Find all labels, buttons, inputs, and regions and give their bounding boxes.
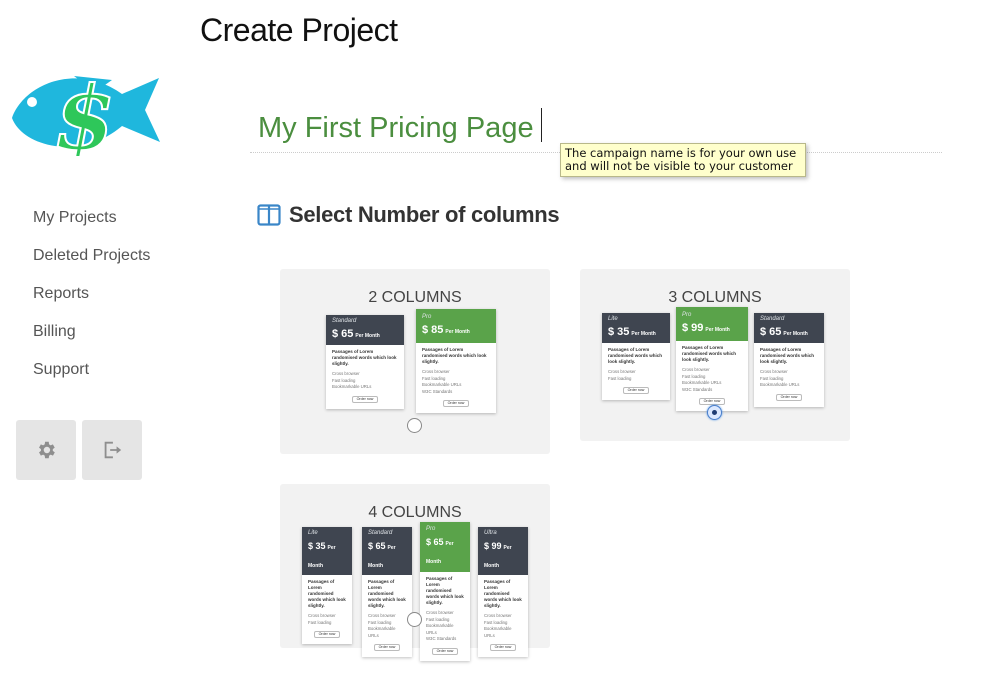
- nav-billing[interactable]: Billing: [33, 320, 150, 358]
- plan-description: Passages of Lorem randomised words which…: [332, 349, 397, 366]
- option-label: 2 COLUMNS: [368, 289, 462, 306]
- feature-item: W3C Standards: [422, 388, 453, 394]
- order-button: Order now: [374, 644, 400, 651]
- option-label: 3 COLUMNS: [668, 289, 762, 306]
- plan-price: $ 85: [422, 324, 444, 336]
- plan-name: Pro: [422, 314, 432, 320]
- per-month: Per Month: [355, 333, 380, 339]
- plan-description: Passages of Lorem randomised words which…: [308, 579, 346, 608]
- preview-card-pro: Pro $ 85 Per Month Passages of Lorem rando…: [416, 309, 496, 413]
- plan-price: $ 65: [426, 537, 444, 547]
- page-title: Create Project: [200, 12, 398, 48]
- per-month: Per Month: [783, 331, 808, 337]
- feature-item: Bookmarkable URLs: [426, 623, 454, 635]
- feature-item: Bookmarkable URLs: [760, 382, 800, 387]
- plan-price: $ 35: [608, 326, 630, 338]
- option-4-columns[interactable]: 4 COLUMNS Lite $ 35 Per Month Passages of …: [280, 484, 550, 661]
- plan-price: $ 65: [332, 328, 354, 340]
- order-button: Order now: [490, 644, 516, 651]
- order-button: Order now: [314, 631, 340, 638]
- plan-name: Pro: [426, 526, 436, 532]
- plan-name: Standard: [332, 318, 357, 324]
- order-button: Order now: [623, 387, 649, 394]
- preview-card-standard: Standard $ 65 Per Month Passages of Lorem …: [362, 527, 412, 657]
- svg-text:$: $: [54, 66, 115, 156]
- preview-card-standard: Standard $ 65 Per Month Passages of Lorem …: [326, 315, 404, 409]
- campaign-tooltip: The campaign name is for your own use an…: [560, 143, 806, 177]
- settings-button[interactable]: [16, 420, 76, 480]
- pricing-preview-3: Lite $ 35 Per Month Passages of Lorem rand…: [602, 307, 824, 411]
- plan-price: $ 35: [308, 541, 326, 551]
- pricing-preview-2: Standard $ 65 Per Month Passages of Lorem …: [326, 309, 506, 413]
- plan-price: $ 65: [368, 541, 386, 551]
- plan-description: Passages of Lorem randomised words which…: [368, 579, 406, 608]
- option-label: 4 COLUMNS: [368, 504, 462, 521]
- feature-item: W3C Standards: [682, 386, 713, 392]
- nav-my-projects[interactable]: My Projects: [33, 206, 150, 244]
- radio-2-columns[interactable]: [407, 418, 422, 433]
- feature-item: Fast loading: [308, 619, 332, 625]
- feature-item: Fast loading: [608, 375, 632, 381]
- order-button: Order now: [432, 647, 458, 655]
- sidebar-nav: My Projects Deleted Projects Reports Bil…: [33, 206, 150, 396]
- plan-name: Pro: [682, 312, 692, 318]
- plan-description: Passages of Lorem randomised words which…: [484, 579, 522, 608]
- radio-4-columns[interactable]: [407, 612, 422, 627]
- plan-description: Passages of Lorem randomised words which…: [682, 345, 737, 362]
- option-2-columns[interactable]: 2 COLUMNS Standard $ 65 Per Month Passages…: [280, 269, 550, 454]
- fish-dollar-logo: $: [12, 65, 160, 156]
- radio-3-columns[interactable]: [707, 405, 722, 420]
- preview-card-standard: Standard $ 65 Per Month Passages of Lorem …: [754, 313, 824, 407]
- logout-icon: [104, 441, 122, 459]
- preview-card-lite: Lite $ 35 Per Month Passages of Lorem rand…: [302, 527, 352, 644]
- plan-description: Passages of Lorem randomised words which…: [426, 576, 464, 605]
- plan-name: Lite: [308, 530, 318, 536]
- text-cursor: [541, 108, 542, 142]
- plan-price: $ 99: [682, 322, 704, 334]
- plan-name: Lite: [608, 316, 618, 322]
- per-month: Per Month: [631, 331, 656, 337]
- nav-support[interactable]: Support: [33, 358, 150, 396]
- plan-description: Passages of Lorem randomised words which…: [422, 347, 487, 364]
- option-3-columns[interactable]: 3 COLUMNS Lite $ 35 Per Month Passages of …: [580, 269, 850, 441]
- pricing-preview-4: Lite $ 35 Per Month Passages of Lorem rand…: [302, 522, 528, 661]
- order-button: Order now: [352, 395, 378, 403]
- plan-description: Passages of Lorem randomised words which…: [608, 347, 663, 364]
- preview-card-lite: Lite $ 35 Per Month Passages of Lorem rand…: [602, 313, 670, 400]
- columns-icon: [257, 204, 281, 226]
- columns-section-title: Select Number of columns: [289, 202, 560, 227]
- nav-deleted-projects[interactable]: Deleted Projects: [33, 244, 150, 282]
- preview-card-ultra: Ultra $ 99 Per Month Passages of Lorem ran…: [478, 527, 528, 657]
- order-button: Order now: [699, 398, 725, 405]
- gear-icon: [39, 441, 55, 459]
- columns-section-header: Select Number of columns: [257, 202, 560, 228]
- feature-item: Bookmarkable URLs: [368, 626, 396, 638]
- plan-price: $ 99: [484, 541, 502, 551]
- order-button: Order now: [443, 400, 469, 407]
- plan-name: Ultra: [484, 530, 497, 536]
- nav-reports[interactable]: Reports: [33, 282, 150, 320]
- preview-card-pro: Pro $ 99 Per Month Passages of Lorem rando…: [676, 307, 748, 411]
- feature-item: Bookmarkable URLs: [484, 626, 512, 638]
- feature-item: Bookmarkable URLs: [332, 384, 372, 389]
- per-month: Per Month: [705, 327, 730, 333]
- per-month: Per Month: [445, 329, 470, 335]
- logout-button[interactable]: [82, 420, 142, 480]
- plan-price: $ 65: [760, 326, 782, 338]
- preview-card-pro: Pro $ 65 Per Month Passages of Lorem rando…: [420, 522, 470, 661]
- order-button: Order now: [776, 393, 802, 401]
- feature-item: W3C Standards: [426, 636, 457, 641]
- plan-name: Standard: [368, 530, 393, 536]
- plan-name: Standard: [760, 316, 785, 322]
- plan-description: Passages of Lorem randomised words which…: [760, 347, 815, 364]
